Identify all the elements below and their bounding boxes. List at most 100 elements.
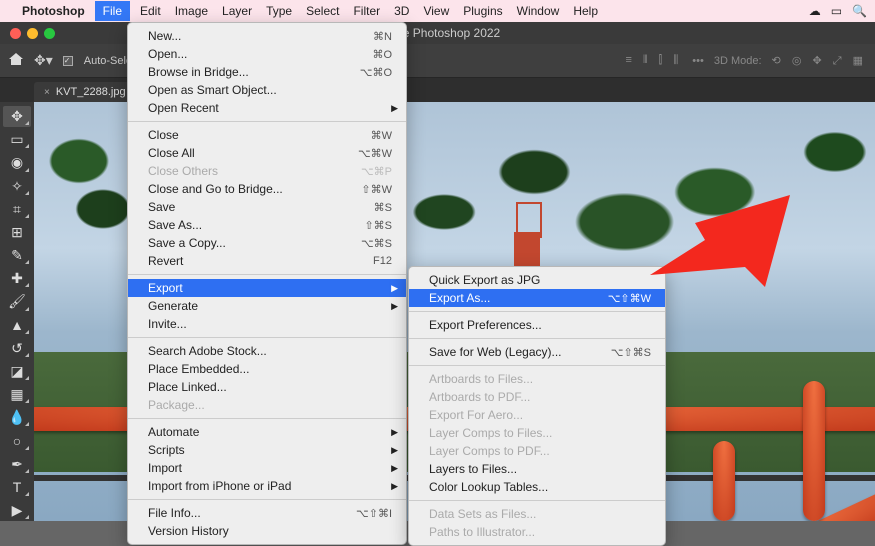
menu-item-label: Quick Export as JPG xyxy=(429,273,651,287)
tool-eraser[interactable]: ◪ xyxy=(3,361,31,382)
menubar-file[interactable]: File xyxy=(95,1,130,21)
file-menu-item-revert[interactable]: RevertF12 xyxy=(128,252,406,270)
menu-item-label: Close xyxy=(148,128,347,142)
close-window-button[interactable] xyxy=(10,28,21,39)
file-menu-separator xyxy=(128,499,406,500)
menubar-window[interactable]: Window xyxy=(517,4,560,18)
menu-item-label: Paths to Illustrator... xyxy=(429,525,651,539)
menubar-type[interactable]: Type xyxy=(266,4,292,18)
menubar-image[interactable]: Image xyxy=(175,4,208,18)
tool-healing[interactable]: ✚ xyxy=(3,268,31,289)
menubar-layer[interactable]: Layer xyxy=(222,4,252,18)
file-menu-item-close[interactable]: Close⌘W xyxy=(128,126,406,144)
menu-item-shortcut: ⌥⌘P xyxy=(361,165,392,178)
file-menu-item-import-from-iphone-or-ipad[interactable]: Import from iPhone or iPad▶ xyxy=(128,477,406,495)
file-menu-item-save-as[interactable]: Save As...⇧⌘S xyxy=(128,216,406,234)
menubar-edit[interactable]: Edit xyxy=(140,4,161,18)
menu-item-label: Layer Comps to Files... xyxy=(429,426,651,440)
menu-item-label: Export For Aero... xyxy=(429,408,651,422)
menubar-select[interactable]: Select xyxy=(306,4,339,18)
menubar-plugins[interactable]: Plugins xyxy=(463,4,502,18)
export-menu-item-color-lookup-tables[interactable]: Color Lookup Tables... xyxy=(409,478,665,496)
tool-eyedropper[interactable]: ✎ xyxy=(3,245,31,266)
menu-item-label: Export xyxy=(148,281,392,295)
tool-path-select[interactable]: ▶ xyxy=(3,500,31,521)
display-icon[interactable]: ▭ xyxy=(831,4,842,18)
tool-frame[interactable]: ⊞ xyxy=(3,222,31,243)
document-tab[interactable]: × KVT_2288.jpg xyxy=(34,82,136,102)
close-tab-icon[interactable]: × xyxy=(44,87,50,98)
submenu-arrow-icon: ▶ xyxy=(391,463,398,474)
tool-wand[interactable]: ✧ xyxy=(3,176,31,197)
file-menu-item-search-adobe-stock[interactable]: Search Adobe Stock... xyxy=(128,342,406,360)
tool-blur[interactable]: 💧 xyxy=(3,407,31,428)
tool-lasso[interactable]: ◉ xyxy=(3,152,31,173)
menu-item-label: Place Linked... xyxy=(148,380,392,394)
file-menu-item-open-as-smart-object[interactable]: Open as Smart Object... xyxy=(128,81,406,99)
file-menu-item-invite[interactable]: Invite... xyxy=(128,315,406,333)
file-menu-item-open-recent[interactable]: Open Recent▶ xyxy=(128,99,406,117)
file-menu-item-browse-in-bridge[interactable]: Browse in Bridge...⌥⌘O xyxy=(128,63,406,81)
file-menu-item-close-others: Close Others ⌥⌘P xyxy=(128,162,406,180)
file-menu-item-file-info[interactable]: File Info...⌥⇧⌘I xyxy=(128,504,406,522)
export-menu-item-save-for-web-legacy[interactable]: Save for Web (Legacy)...⌥⇧⌘S xyxy=(409,343,665,361)
file-menu-item-version-history[interactable]: Version History xyxy=(128,522,406,540)
menu-item-shortcut: ⌘N xyxy=(373,30,392,43)
3d-mode-controls[interactable]: ⟲ ◎ ✥ ⤢ ▦ xyxy=(772,54,867,68)
file-menu-item-place-linked[interactable]: Place Linked... xyxy=(128,378,406,396)
menu-item-label: Open Recent xyxy=(148,101,392,115)
file-menu-item-export[interactable]: Export▶ xyxy=(128,279,406,297)
menu-item-label: Data Sets as Files... xyxy=(429,507,651,521)
export-menu-item-quick-export-as-jpg[interactable]: Quick Export as JPG xyxy=(409,271,665,289)
canvas-foliage-left xyxy=(34,102,139,257)
file-menu-separator xyxy=(128,274,406,275)
submenu-arrow-icon: ▶ xyxy=(391,427,398,438)
menu-item-label: Version History xyxy=(148,524,392,538)
tool-dodge[interactable]: ○ xyxy=(3,430,31,451)
minimize-window-button[interactable] xyxy=(27,28,38,39)
tool-gradient[interactable]: ▦ xyxy=(3,384,31,405)
tool-move[interactable]: ✥ xyxy=(3,106,31,127)
file-menu-item-generate[interactable]: Generate▶ xyxy=(128,297,406,315)
menubar-view[interactable]: View xyxy=(423,4,449,18)
file-menu-item-new[interactable]: New...⌘N xyxy=(128,27,406,45)
tool-crop[interactable]: ⌗ xyxy=(3,199,31,220)
search-icon[interactable]: 🔍 xyxy=(852,4,867,18)
cloud-icon[interactable]: ☁ xyxy=(809,4,821,18)
file-menu-item-save-a-copy[interactable]: Save a Copy...⌥⌘S xyxy=(128,234,406,252)
menu-item-label: Close Others xyxy=(148,164,337,178)
export-menu-item-export-preferences[interactable]: Export Preferences... xyxy=(409,316,665,334)
tool-pen[interactable]: ✒ xyxy=(3,454,31,475)
move-tool-indicator[interactable]: ✥▾ xyxy=(34,52,53,69)
tool-brush[interactable]: 🖌 xyxy=(3,291,31,312)
file-menu-item-save[interactable]: Save⌘S xyxy=(128,198,406,216)
menubar-3d[interactable]: 3D xyxy=(394,4,409,18)
align-controls[interactable]: ≡ ⫴ ⫿ ⫼ xyxy=(625,54,682,67)
file-menu-item-import[interactable]: Import▶ xyxy=(128,459,406,477)
menubar-help[interactable]: Help xyxy=(573,4,598,18)
menu-item-label: Search Adobe Stock... xyxy=(148,344,392,358)
menu-item-label: Save a Copy... xyxy=(148,236,337,250)
tool-history-brush[interactable]: ↺ xyxy=(3,338,31,359)
file-menu-item-scripts[interactable]: Scripts▶ xyxy=(128,441,406,459)
menu-item-label: Generate xyxy=(148,299,392,313)
file-menu-item-open[interactable]: Open...⌘O xyxy=(128,45,406,63)
app-name-label[interactable]: Photoshop xyxy=(22,4,85,18)
menu-item-label: Color Lookup Tables... xyxy=(429,480,651,494)
menu-item-label: Export Preferences... xyxy=(429,318,651,332)
tool-type[interactable]: T xyxy=(3,477,31,498)
export-menu-item-export-as[interactable]: Export As...⌥⇧⌘W xyxy=(409,289,665,307)
file-menu-item-close-and-go-to-bridge[interactable]: Close and Go to Bridge...⇧⌘W xyxy=(128,180,406,198)
tool-clone[interactable]: ▲ xyxy=(3,315,31,336)
file-menu-item-place-embedded[interactable]: Place Embedded... xyxy=(128,360,406,378)
submenu-arrow-icon: ▶ xyxy=(391,301,398,312)
home-button[interactable] xyxy=(8,51,24,70)
export-menu-item-data-sets-as-files: Data Sets as Files... xyxy=(409,505,665,523)
export-menu-item-layers-to-files[interactable]: Layers to Files... xyxy=(409,460,665,478)
tool-marquee[interactable]: ▭ xyxy=(3,129,31,150)
file-menu-item-automate[interactable]: Automate▶ xyxy=(128,423,406,441)
zoom-window-button[interactable] xyxy=(44,28,55,39)
menu-item-label: Open... xyxy=(148,47,348,61)
menubar-filter[interactable]: Filter xyxy=(353,4,380,18)
file-menu-item-close-all[interactable]: Close All⌥⌘W xyxy=(128,144,406,162)
